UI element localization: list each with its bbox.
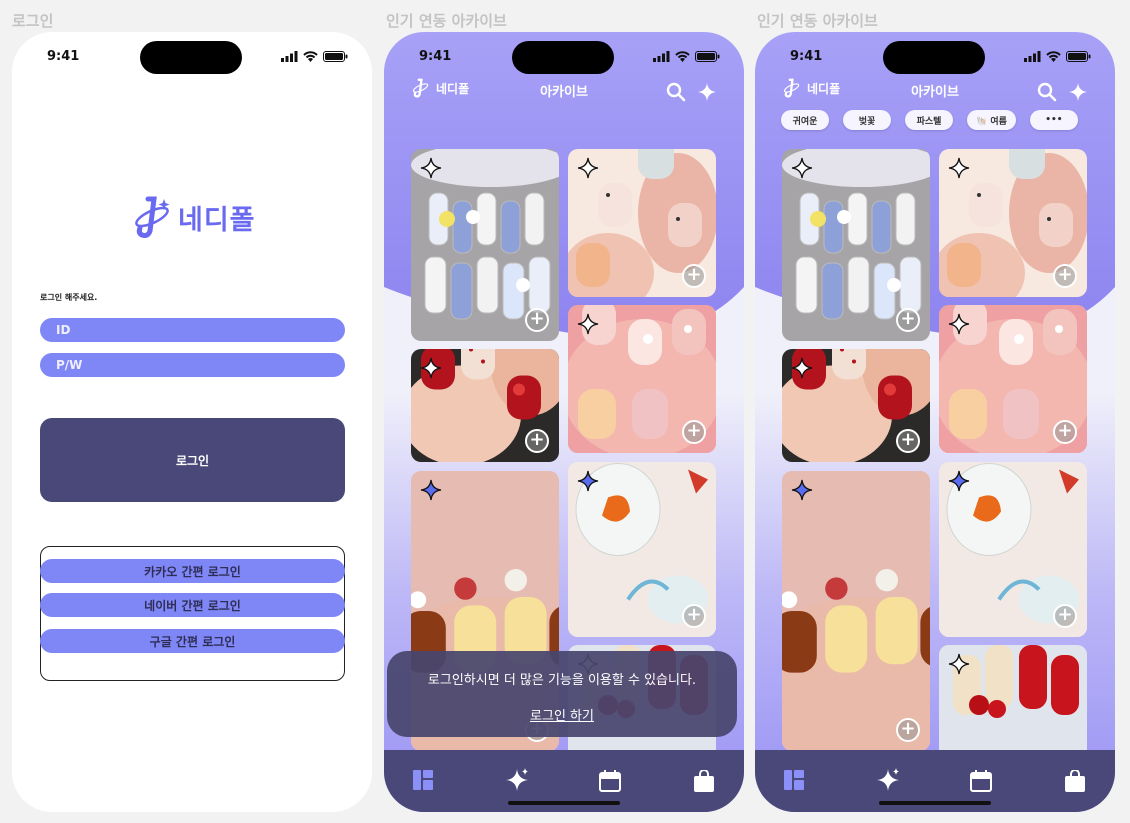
battery-icon <box>323 51 348 62</box>
add-icon[interactable]: + <box>682 264 706 288</box>
dynamic-island <box>512 41 614 74</box>
add-icon[interactable]: + <box>896 429 920 453</box>
archive-screen-with-chips: 9:41 네디폴 아카이브 귀여운 벚꽃 파스텔 🐚 여름 ••• + + + … <box>755 32 1115 812</box>
save-sparkle-icon[interactable] <box>948 653 970 675</box>
home-indicator <box>879 801 991 805</box>
wifi-icon <box>675 51 690 62</box>
sparkle-icon[interactable] <box>875 767 901 793</box>
filter-chip[interactable]: 벚꽃 <box>843 110 891 130</box>
calendar-icon[interactable] <box>599 770 621 792</box>
battery-icon <box>695 51 720 62</box>
save-sparkle-icon[interactable] <box>791 157 813 179</box>
nail-card-strawberry-red-nails[interactable]: + <box>411 349 559 462</box>
nail-card-goldfish-nails[interactable]: + <box>939 462 1087 637</box>
nail-card-pink-pearl-nails[interactable]: + <box>568 305 716 453</box>
nail-card-goldfish-nails[interactable]: + <box>568 462 716 637</box>
add-icon[interactable]: + <box>1053 264 1077 288</box>
social-login-box: 카카오 간편 로그인 네이버 간편 로그인 구글 간편 로그인 <box>40 546 345 681</box>
login-prompt: 로그인 해주세요. <box>40 293 98 302</box>
id-input[interactable] <box>40 318 345 342</box>
calendar-icon[interactable] <box>970 770 992 792</box>
add-icon[interactable]: + <box>1053 604 1077 628</box>
saved-sparkle-icon[interactable] <box>948 470 970 492</box>
save-sparkle-icon[interactable] <box>577 313 599 335</box>
dashboard-icon[interactable] <box>413 770 433 790</box>
status-bar: 9:41 <box>384 32 744 92</box>
toast-login-link[interactable]: 로그인 하기 <box>387 705 737 724</box>
filter-chip[interactable]: 귀여운 <box>781 110 829 130</box>
signal-icon <box>281 51 298 62</box>
naver-login-button[interactable]: 네이버 간편 로그인 <box>40 593 345 617</box>
nail-card-pastel-plaid-nails[interactable]: + <box>568 149 716 297</box>
wifi-icon <box>303 51 318 62</box>
toast-message: 로그인하시면 더 많은 기능을 이용할 수 있습니다. <box>427 673 697 688</box>
login-button[interactable]: 로그인 <box>40 418 345 502</box>
add-icon[interactable]: + <box>896 718 920 742</box>
saved-sparkle-icon[interactable] <box>791 479 813 501</box>
signal-icon <box>653 51 670 62</box>
nail-card-pudding-cherry-nails[interactable]: + <box>782 471 930 751</box>
dynamic-island <box>140 41 242 74</box>
saved-sparkle-icon[interactable] <box>577 470 599 492</box>
add-icon[interactable]: + <box>682 604 706 628</box>
frame-title-login: 로그인 <box>12 12 54 30</box>
save-sparkle-icon[interactable] <box>948 157 970 179</box>
save-sparkle-icon[interactable] <box>577 157 599 179</box>
filter-chips: 귀여운 벚꽃 파스텔 🐚 여름 ••• <box>781 110 1078 130</box>
google-login-button[interactable]: 구글 간편 로그인 <box>40 629 345 653</box>
nail-card-strawberry-red-nails[interactable]: + <box>782 349 930 462</box>
filter-chip[interactable]: ••• <box>1029 110 1078 130</box>
save-sparkle-icon[interactable] <box>420 357 442 379</box>
add-icon[interactable]: + <box>682 420 706 444</box>
frame-title-archive: 인기 연동 아카이브 <box>386 12 507 30</box>
nail-card-pink-pearl-nails[interactable]: + <box>939 305 1087 453</box>
password-input[interactable] <box>40 353 345 377</box>
dynamic-island <box>883 41 985 74</box>
battery-icon <box>1066 51 1091 62</box>
logo-wordmark: 네디폴 <box>178 204 256 236</box>
archive-screen: 9:41 네디폴 아카이브 + + + + + 로그인하시면 더 많은 기능을 … <box>384 32 744 812</box>
dashboard-icon[interactable] <box>784 770 804 790</box>
sparkle-icon[interactable] <box>504 767 530 793</box>
login-toast: 로그인하시면 더 많은 기능을 이용할 수 있습니다. 로그인 하기 <box>387 651 737 737</box>
home-indicator <box>508 801 620 805</box>
logo-mark-icon <box>135 196 170 238</box>
shopping-bag-icon[interactable] <box>1065 770 1085 792</box>
status-bar: 9:41 <box>755 32 1115 92</box>
status-time: 9:41 <box>419 49 452 64</box>
signal-icon <box>1024 51 1041 62</box>
brand-logo: 네디폴 <box>134 195 256 239</box>
frame-title-archive-chips: 인기 연동 아카이브 <box>757 12 878 30</box>
status-bar: 9:41 <box>12 32 372 92</box>
add-icon[interactable]: + <box>1053 420 1077 444</box>
filter-chip[interactable]: 🐚 여름 <box>967 110 1016 130</box>
add-icon[interactable]: + <box>525 429 549 453</box>
filter-chip[interactable]: 파스텔 <box>905 110 953 130</box>
add-icon[interactable]: + <box>525 308 549 332</box>
save-sparkle-icon[interactable] <box>420 157 442 179</box>
pudding-cherry-nails-photo <box>782 471 930 751</box>
status-time: 9:41 <box>47 49 80 64</box>
save-sparkle-icon[interactable] <box>948 313 970 335</box>
shopping-bag-icon[interactable] <box>694 770 714 792</box>
save-sparkle-icon[interactable] <box>791 357 813 379</box>
status-time: 9:41 <box>790 49 823 64</box>
add-icon[interactable]: + <box>896 308 920 332</box>
kakao-login-button[interactable]: 카카오 간편 로그인 <box>40 559 345 583</box>
saved-sparkle-icon[interactable] <box>420 479 442 501</box>
nail-card-bunny-nails[interactable]: + <box>782 149 930 341</box>
nail-card-pastel-plaid-nails[interactable]: + <box>939 149 1087 297</box>
login-screen: 9:41 네디폴 로그인 해주세요. 로그인 카카오 간편 로그인 네이버 간편… <box>12 32 372 812</box>
nail-card-bunny-nails[interactable]: + <box>411 149 559 341</box>
wifi-icon <box>1046 51 1061 62</box>
